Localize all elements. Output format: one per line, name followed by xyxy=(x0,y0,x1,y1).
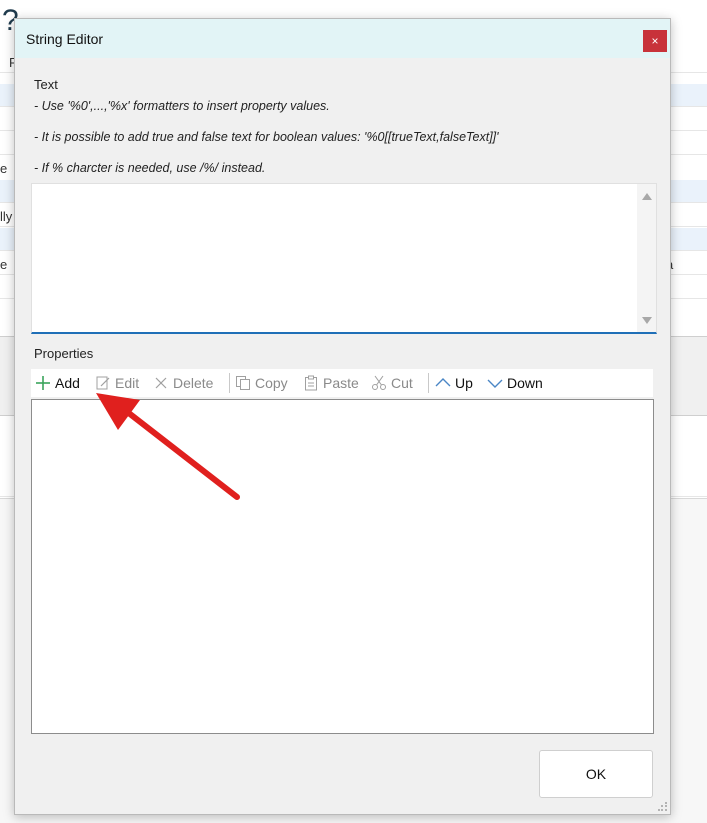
edit-button[interactable]: Edit xyxy=(95,369,139,397)
delete-button[interactable]: Delete xyxy=(153,369,213,397)
hint-formatters: - Use '%0',...,'%x' formatters to insert… xyxy=(34,99,330,113)
hint-boolean: - It is possible to add true and false t… xyxy=(34,130,499,144)
copy-label: Copy xyxy=(255,375,288,391)
resize-grip-icon[interactable] xyxy=(658,802,668,812)
dialog-titlebar[interactable]: String Editor × xyxy=(15,19,670,58)
paste-button[interactable]: Paste xyxy=(303,369,359,397)
delete-icon xyxy=(153,375,169,391)
scroll-down-icon[interactable] xyxy=(642,317,652,324)
copy-button[interactable]: Copy xyxy=(235,369,288,397)
delete-label: Delete xyxy=(173,375,214,391)
paste-label: Paste xyxy=(323,375,359,391)
edit-icon xyxy=(95,375,111,391)
toolbar-separator xyxy=(428,373,429,393)
edit-label: Edit xyxy=(115,375,140,391)
add-button[interactable]: Add xyxy=(35,369,80,397)
text-section-label: Text xyxy=(34,77,58,92)
cut-button[interactable]: Cut xyxy=(371,369,413,397)
properties-list[interactable] xyxy=(31,399,654,734)
toolbar-separator xyxy=(229,373,230,393)
up-button[interactable]: Up xyxy=(435,369,473,397)
hint-percent: - If % charcter is needed, use /%/ inste… xyxy=(34,161,266,175)
scissors-icon xyxy=(371,375,387,391)
add-label: Add xyxy=(55,375,80,391)
ok-button[interactable]: OK xyxy=(539,750,653,798)
ok-label: OK xyxy=(585,766,607,782)
up-label: Up xyxy=(455,375,473,391)
down-button[interactable]: Down xyxy=(487,369,543,397)
string-editor-dialog: String Editor × Text - Use '%0',...,'%x'… xyxy=(14,18,671,815)
paste-icon xyxy=(303,375,319,391)
text-scrollbar[interactable] xyxy=(637,184,656,332)
scroll-up-icon[interactable] xyxy=(642,193,652,200)
chevron-up-icon xyxy=(435,375,451,391)
close-button[interactable]: × xyxy=(643,30,667,52)
properties-label: Properties xyxy=(34,346,94,361)
copy-icon xyxy=(235,375,251,391)
properties-toolbar: Add Edit Delete Copy Paste Cut Up Down xyxy=(31,369,653,397)
chevron-down-icon xyxy=(487,375,503,391)
cut-label: Cut xyxy=(391,375,413,391)
bg-row-letter: e xyxy=(0,161,8,176)
dialog-title: String Editor xyxy=(26,31,104,47)
down-label: Down xyxy=(507,375,543,391)
text-input-area[interactable] xyxy=(31,183,657,334)
plus-icon xyxy=(35,375,51,391)
